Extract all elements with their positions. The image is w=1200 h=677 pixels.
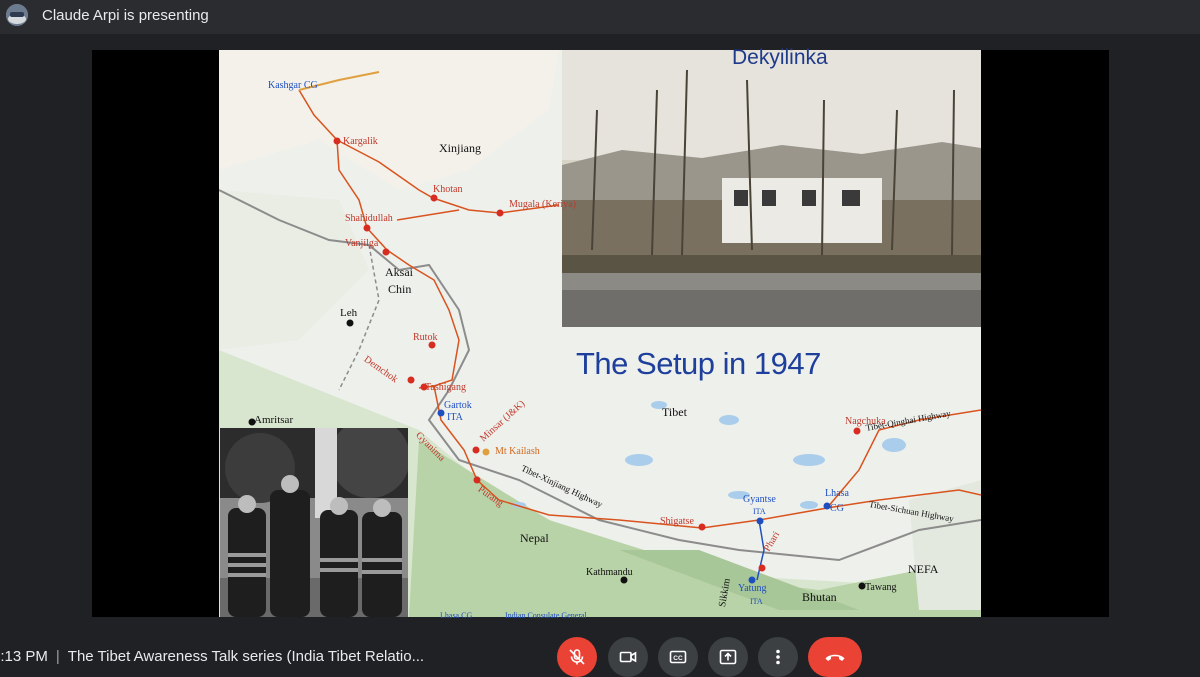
present-icon	[719, 649, 737, 665]
more-options-icon	[776, 649, 780, 665]
map-label-shigatse: Shigatse	[660, 516, 694, 527]
mic-off-icon	[569, 649, 585, 665]
map-label-lhasa: Lhasa	[825, 488, 849, 499]
map-label-kailash: Mt Kailash	[495, 446, 540, 457]
map-label-leh: Leh	[340, 307, 358, 319]
presenter-avatar	[6, 4, 28, 26]
map-label-tashigang: Tashigang	[425, 382, 466, 393]
presenting-banner: Claude Arpi is presenting	[0, 0, 1200, 34]
historic-group-photo	[220, 428, 408, 617]
present-now-button[interactable]	[708, 637, 748, 677]
map-label-rutok: Rutok	[413, 332, 438, 343]
captions-icon: CC	[669, 650, 687, 664]
slide-title: The Setup in 1947	[576, 346, 821, 381]
svg-text:CC: CC	[673, 655, 683, 662]
map-label-tawang: Tawang	[865, 582, 897, 593]
map-label-chin: Chin	[388, 282, 412, 296]
map-label-lhasa-cg-bottom: Lhasa CG	[440, 611, 473, 620]
map-label-kathmandu: Kathmandu	[586, 567, 633, 578]
meeting-title[interactable]: The Tibet Awareness Talk series (India T…	[68, 648, 424, 665]
camera-toggle-button[interactable]	[608, 637, 648, 677]
map-label-shahidullah: Shahidullah	[345, 213, 393, 224]
photo-caption: Dekyilinka	[732, 46, 828, 69]
camera-icon	[619, 651, 637, 663]
map-label-indian-cg: Indian Consulate General	[505, 611, 587, 620]
presenter-status-text: Claude Arpi is presenting	[42, 7, 209, 24]
map-label-gyantse: Gyantse	[743, 494, 776, 505]
dekyilinka-photo	[562, 50, 981, 327]
mic-toggle-button[interactable]	[557, 637, 597, 677]
map-label-kashgar: Kashgar CG	[268, 80, 318, 91]
map-label-xinjiang: Xinjiang	[439, 141, 481, 155]
map-label-vanjilga: Vanjilga	[345, 238, 379, 249]
map-label-mugala: Mugala (Keriya)	[509, 199, 576, 210]
meeting-time: 3:13 PM	[0, 648, 48, 665]
map-label-gartok-ita: ITA	[447, 412, 463, 423]
map-label-bhutan: Bhutan	[802, 590, 837, 604]
map-label-yatung: Yatung	[738, 583, 767, 594]
map-label-kargalik: Kargalik	[343, 136, 378, 147]
map-label-lhasa-cg: CG	[830, 503, 844, 514]
map-label-gyantse-ita: ITA	[753, 507, 766, 516]
leave-call-button[interactable]	[808, 637, 862, 677]
meeting-separator: |	[55, 648, 60, 665]
map-label-tibet: Tibet	[662, 405, 687, 419]
map-label-khotan: Khotan	[433, 184, 463, 195]
more-options-button[interactable]	[758, 637, 798, 677]
meeting-info: 3:13 PM | The Tibet Awareness Talk series …	[0, 648, 424, 665]
hang-up-icon	[825, 654, 845, 661]
map-label-gartok: Gartok	[444, 400, 472, 411]
map-label-yatung-ita: ITA	[750, 597, 763, 606]
map-label-amritsar: Amritsar	[254, 414, 294, 426]
captions-button[interactable]: CC	[658, 637, 698, 677]
map-label-nepal: Nepal	[520, 531, 549, 545]
map-label-aksai: Aksai	[385, 265, 413, 279]
map-label-nefa: NEFA	[908, 562, 939, 576]
